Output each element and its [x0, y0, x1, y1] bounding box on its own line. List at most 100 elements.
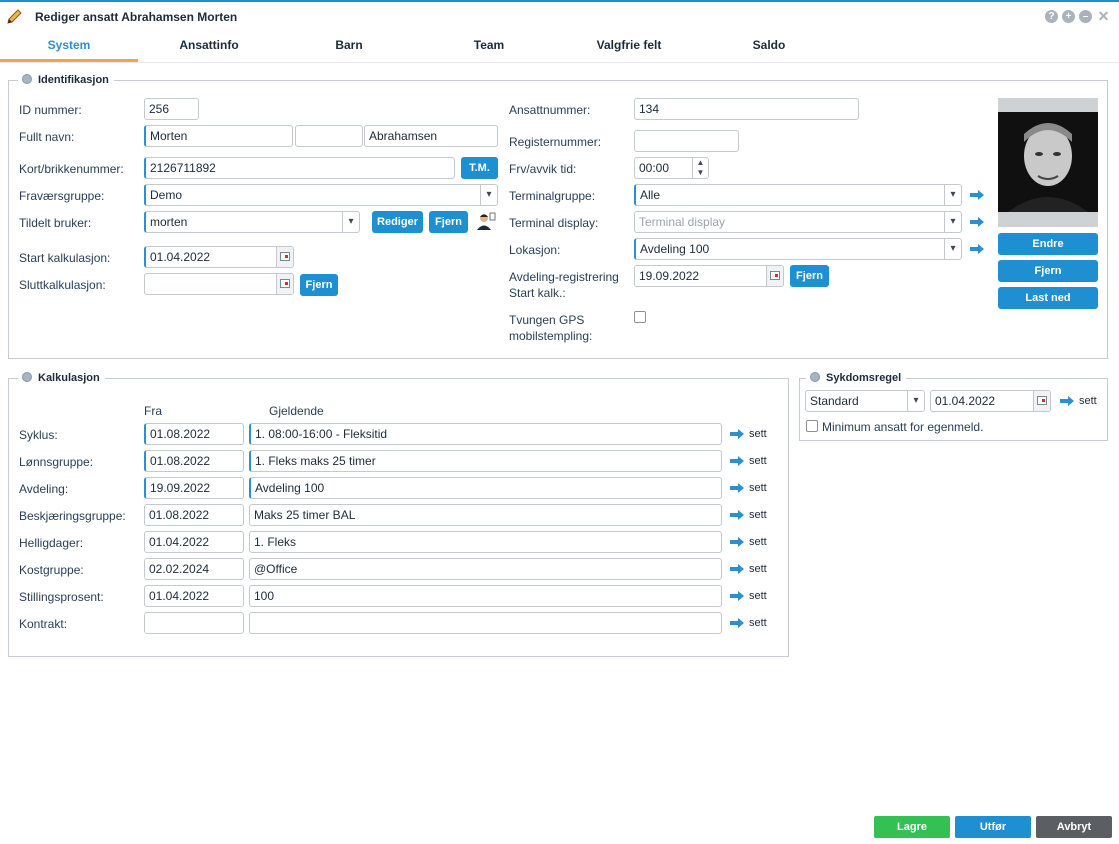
calc-row-from-input[interactable]: 19.09.2022 — [144, 477, 244, 499]
chevron-down-icon: ▾ — [944, 239, 961, 259]
go-arrow-icon[interactable] — [970, 217, 984, 227]
fullname-label: Fullt navn: — [19, 130, 75, 144]
sick-rule-date-input[interactable]: 01.04.2022 — [930, 390, 1051, 412]
expand-icon[interactable]: + — [1062, 10, 1075, 23]
absence-group-select[interactable]: Demo ▾ — [144, 184, 498, 206]
set-arrow-icon[interactable] — [730, 537, 744, 547]
first-name-input[interactable]: Morten — [144, 125, 293, 147]
last-name-input[interactable]: Abrahamsen — [364, 125, 498, 147]
set-arrow-icon[interactable] — [730, 564, 744, 574]
id-number-input[interactable]: 256 — [144, 98, 199, 120]
calc-row-set-label[interactable]: sett — [749, 563, 767, 575]
sick-rule-legend: Sykdomsregel — [806, 371, 907, 385]
calc-row-current-input[interactable]: Maks 25 timer BAL — [249, 504, 722, 526]
end-calc-input[interactable] — [144, 273, 294, 295]
set-arrow-icon[interactable] — [730, 456, 744, 466]
set-arrow-icon[interactable] — [730, 591, 744, 601]
calc-row-from-input[interactable]: 01.08.2022 — [144, 504, 244, 526]
dept-registration-date-input[interactable]: 19.09.2022 — [634, 265, 784, 287]
tab-ansattinfo[interactable]: Ansattinfo — [140, 38, 278, 62]
terminal-group-select[interactable]: Alle ▾ — [634, 184, 962, 206]
calc-row-from-input[interactable]: 01.08.2022 — [144, 450, 244, 472]
chevron-down-icon: ▾ — [944, 185, 961, 205]
chevron-down-icon: ▾ — [480, 185, 497, 205]
tab-team[interactable]: Team — [420, 38, 558, 62]
user-profile-icon[interactable] — [476, 211, 496, 231]
section-dot-icon — [22, 372, 32, 382]
calendar-icon[interactable] — [766, 266, 783, 286]
stepper-up-icon[interactable]: ▲ — [693, 158, 708, 168]
forced-gps-checkbox[interactable] — [634, 311, 646, 323]
card-number-input[interactable]: 2126711892 — [144, 157, 455, 179]
calc-row-set-label[interactable]: sett — [749, 455, 767, 467]
calc-row-label: Avdeling: — [19, 482, 69, 496]
calc-row-current-input[interactable]: @Office — [249, 558, 722, 580]
calc-row-set-label[interactable]: sett — [749, 590, 767, 602]
set-arrow-icon[interactable] — [730, 618, 744, 628]
calc-row-label: Syklus: — [19, 428, 58, 442]
calc-row-current-input[interactable]: 1. Fleks maks 25 timer — [249, 450, 722, 472]
calc-row-from-input[interactable]: 02.02.2024 — [144, 558, 244, 580]
card-number-label: Kort/brikkenummer: — [19, 162, 124, 176]
terminal-group-label: Terminalgruppe: — [509, 189, 596, 203]
calc-row-current-input[interactable]: 1. Fleks — [249, 531, 722, 553]
frv-deviation-stepper[interactable]: 00:00 ▲ ▼ — [634, 157, 709, 179]
sick-rule-set-label[interactable]: sett — [1079, 395, 1097, 407]
calc-row-set-label[interactable]: sett — [749, 617, 767, 629]
go-arrow-icon[interactable] — [970, 244, 984, 254]
calc-row-from-input[interactable]: 01.04.2022 — [144, 585, 244, 607]
calc-row-set-label[interactable]: sett — [749, 428, 767, 440]
terminal-display-label: Terminal display: — [509, 216, 599, 230]
calc-row-set-label[interactable]: sett — [749, 482, 767, 494]
tab-barn[interactable]: Barn — [280, 38, 418, 62]
dept-registration-remove-button[interactable]: Fjern — [790, 265, 829, 287]
calendar-icon[interactable] — [276, 247, 293, 267]
stepper-arrows[interactable]: ▲ ▼ — [692, 158, 708, 178]
set-arrow-icon[interactable] — [1060, 396, 1074, 406]
employee-number-input[interactable]: 134 — [634, 98, 859, 120]
photo-remove-button[interactable]: Fjern — [998, 260, 1098, 282]
employee-photo — [998, 98, 1098, 227]
set-arrow-icon[interactable] — [730, 483, 744, 493]
calc-row-current-input[interactable]: 1. 08:00-16:00 - Fleksitid — [249, 423, 722, 445]
calc-row-from-input[interactable] — [144, 612, 244, 634]
save-button[interactable]: Lagre — [874, 816, 950, 838]
close-icon[interactable]: ✕ — [1097, 9, 1110, 23]
calc-row-current-input[interactable]: 100 — [249, 585, 722, 607]
calendar-icon[interactable] — [1033, 391, 1050, 411]
assigned-user-select[interactable]: morten ▾ — [144, 211, 360, 233]
cancel-button[interactable]: Avbryt — [1036, 816, 1112, 838]
set-arrow-icon[interactable] — [730, 429, 744, 439]
calendar-icon[interactable] — [276, 274, 293, 294]
minimum-employee-checkbox[interactable] — [806, 420, 818, 432]
middle-name-input[interactable] — [295, 125, 363, 147]
calc-row-set-label[interactable]: sett — [749, 509, 767, 521]
photo-download-button[interactable]: Last ned — [998, 287, 1098, 309]
sick-rule-select[interactable]: Standard ▾ — [805, 390, 925, 412]
calc-row-from-input[interactable]: 01.04.2022 — [144, 531, 244, 553]
location-select[interactable]: Avdeling 100 ▾ — [634, 238, 962, 260]
help-icon[interactable]: ? — [1045, 10, 1058, 23]
tab-saldo[interactable]: Saldo — [700, 38, 838, 62]
calc-row-current-input[interactable] — [249, 612, 722, 634]
remove-user-button[interactable]: Fjern — [429, 211, 468, 233]
terminal-display-select[interactable]: Terminal display ▾ — [634, 211, 962, 233]
minimize-icon[interactable]: – — [1079, 10, 1092, 23]
calc-row-current-input[interactable]: Avdeling 100 — [249, 477, 722, 499]
pencil-icon — [7, 9, 22, 24]
photo-change-button[interactable]: Endre — [998, 233, 1098, 255]
start-calc-input[interactable]: 01.04.2022 — [144, 246, 294, 268]
edit-user-button[interactable]: Rediger — [372, 211, 423, 233]
set-arrow-icon[interactable] — [730, 510, 744, 520]
execute-button[interactable]: Utfør — [955, 816, 1031, 838]
stepper-down-icon[interactable]: ▼ — [693, 168, 708, 178]
title-bar: Rediger ansatt Abrahamsen Morten ? + – ✕ — [0, 2, 1119, 30]
calc-row-from-input[interactable]: 01.08.2022 — [144, 423, 244, 445]
tm-button[interactable]: T.M. — [461, 157, 498, 179]
end-calc-remove-button[interactable]: Fjern — [300, 274, 338, 296]
register-number-input[interactable] — [634, 130, 739, 152]
tab-valgfrie-felt[interactable]: Valgfrie felt — [560, 38, 698, 62]
go-arrow-icon[interactable] — [970, 190, 984, 200]
from-column-header: Fra — [144, 404, 162, 418]
calc-row-set-label[interactable]: sett — [749, 536, 767, 548]
